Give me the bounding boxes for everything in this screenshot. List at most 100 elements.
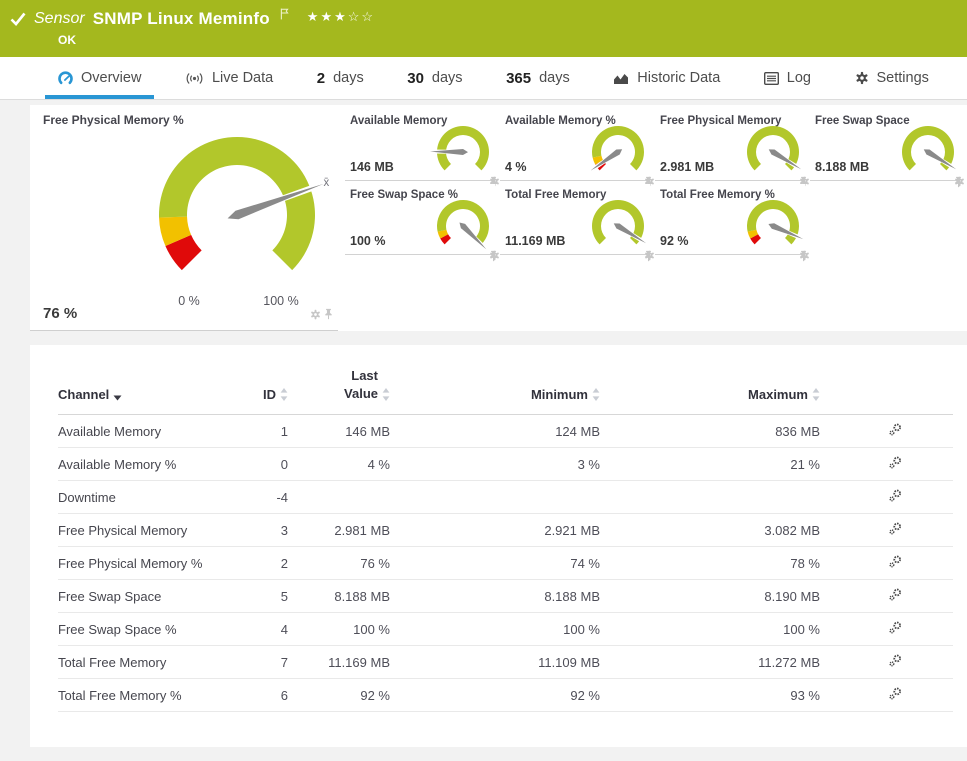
gauge-value: 4 %: [505, 160, 527, 174]
cell-maximum: 8.190 MB: [600, 579, 820, 614]
tab-live-data[interactable]: Live Data: [172, 57, 286, 99]
gear-icon: [855, 71, 869, 85]
cell-channel: Free Physical Memory: [58, 513, 243, 548]
star-empty-icon[interactable]: ☆: [361, 9, 375, 24]
gauge-tile-free-swap-space-pct[interactable]: Free Swap Space % 100 %: [345, 184, 499, 262]
column-header-last-value[interactable]: Last Value: [288, 367, 390, 416]
cell-last-value: [288, 480, 390, 515]
channel-settings-icon[interactable]: [888, 422, 903, 437]
tab-label: Log: [786, 70, 811, 86]
gauge-tile-total-free-memory[interactable]: Total Free Memory 11.169 MB: [500, 184, 654, 262]
flag-icon[interactable]: [280, 7, 289, 25]
tab-historic-data[interactable]: Historic Data: [600, 57, 733, 99]
tab-365-days[interactable]: 365 days: [493, 57, 583, 99]
table-row: Total Free Memory 7 11.169 MB 11.109 MB 11.2…: [58, 645, 953, 680]
cell-maximum: [600, 480, 820, 515]
table-row: Downtime -4: [58, 480, 953, 515]
gauge-tile-total-free-memory-pct[interactable]: Total Free Memory % 92 %: [655, 184, 809, 262]
tab-label: days: [333, 70, 364, 86]
tab-overview[interactable]: Overview: [45, 57, 155, 99]
table-body: Available Memory 1 146 MB 124 MB 836 MB Avail…: [58, 414, 953, 713]
cell-id: 4: [243, 612, 288, 647]
status-badge: OK: [58, 33, 76, 47]
tab-2-days[interactable]: 2 days: [304, 57, 377, 99]
tab-settings[interactable]: Settings: [842, 57, 942, 99]
gauge-tile-available-memory[interactable]: Available Memory 146 MB: [345, 110, 499, 188]
channel-settings-icon[interactable]: [888, 587, 903, 602]
cell-minimum: 92 %: [390, 678, 600, 713]
main-gauge-tile[interactable]: Free Physical Memory % x̄ 0 % 100 % 76 %: [30, 105, 338, 331]
column-header-maximum[interactable]: Maximum: [600, 367, 820, 416]
column-header-id[interactable]: ID: [243, 367, 288, 416]
cell-maximum: 21 %: [600, 447, 820, 482]
cell-maximum: 836 MB: [600, 414, 820, 449]
tab-number: 2: [316, 69, 326, 87]
column-header-actions: [820, 367, 953, 416]
cell-id: 1: [243, 414, 288, 449]
cell-channel: Downtime: [58, 480, 243, 515]
gauge-value: 2.981 MB: [660, 160, 715, 174]
tab-label: Live Data: [211, 70, 274, 86]
gauge-value: 8.188 MB: [815, 160, 870, 174]
cell-minimum: 100 %: [390, 612, 600, 647]
gauge-value: 76 %: [43, 305, 78, 322]
cell-id: 7: [243, 645, 288, 680]
cell-actions: [820, 447, 953, 482]
cell-actions: [820, 546, 953, 581]
channel-settings-icon[interactable]: [888, 521, 903, 536]
star-filled-icon[interactable]: ★: [334, 9, 348, 24]
tab-30-days[interactable]: 30 days: [394, 57, 475, 99]
cell-maximum: 93 %: [600, 678, 820, 713]
channel-table: Channel ID Last Value Minimum Maximum Availa…: [58, 367, 953, 713]
broadcast-icon: [185, 72, 204, 85]
cell-channel: Available Memory %: [58, 447, 243, 482]
gauges-panel: Free Physical Memory % x̄ 0 % 100 % 76 %…: [30, 105, 967, 331]
gauge-tile-free-swap-space[interactable]: Free Swap Space 8.188 MB: [810, 110, 964, 188]
channel-settings-icon[interactable]: [888, 686, 903, 701]
channel-settings-icon[interactable]: [888, 455, 903, 470]
cell-last-value: 100 %: [288, 612, 390, 647]
table-row: Free Physical Memory 3 2.981 MB 2.921 MB 3.0…: [58, 513, 953, 548]
area-chart-icon: [613, 72, 629, 85]
star-empty-icon[interactable]: ☆: [348, 9, 362, 24]
tab-log[interactable]: Log: [751, 57, 824, 99]
cell-id: 6: [243, 678, 288, 713]
column-header-minimum[interactable]: Minimum: [390, 367, 600, 416]
cell-id: 5: [243, 579, 288, 614]
cell-actions: [820, 645, 953, 680]
star-filled-icon[interactable]: ★: [320, 9, 334, 24]
cell-last-value: 76 %: [288, 546, 390, 581]
object-kind-label: Sensor: [34, 10, 85, 27]
gauge-min-label: 0 %: [178, 294, 200, 308]
gauge-tile-available-memory-pct[interactable]: Available Memory % 4 %: [500, 110, 654, 188]
gauge-tile-free-physical-memory[interactable]: Free Physical Memory 2.981 MB: [655, 110, 809, 188]
priority-rating[interactable]: ★★★☆☆: [307, 9, 375, 25]
cell-last-value: 8.188 MB: [288, 579, 390, 614]
channel-settings-icon[interactable]: [888, 653, 903, 668]
cell-minimum: 124 MB: [390, 414, 600, 449]
channel-settings-icon[interactable]: [888, 620, 903, 635]
table-row: Total Free Memory % 6 92 % 92 % 93 %: [58, 678, 953, 713]
cell-channel: Available Memory: [58, 414, 243, 449]
column-label: Minimum: [530, 387, 588, 403]
tab-label: Overview: [81, 70, 142, 86]
cell-channel: Free Swap Space %: [58, 612, 243, 647]
cell-minimum: 11.109 MB: [390, 645, 600, 680]
channel-settings-icon[interactable]: [888, 554, 903, 569]
table-header-row: Channel ID Last Value Minimum Maximum: [58, 367, 953, 416]
channel-table-panel: Channel ID Last Value Minimum Maximum Availa…: [30, 345, 967, 747]
gear-icon[interactable]: [310, 307, 321, 325]
table-row: Free Swap Space % 4 100 % 100 % 100 %: [58, 612, 953, 647]
column-header-channel[interactable]: Channel: [58, 367, 243, 416]
table-row: Available Memory 1 146 MB 124 MB 836 MB: [58, 414, 953, 449]
cell-minimum: 8.188 MB: [390, 579, 600, 614]
cell-channel: Free Swap Space: [58, 579, 243, 614]
check-icon: [10, 12, 26, 31]
prtg-sensor-page: Sensor SNMP Linux Meminfo ★★★☆☆ OK Overv…: [0, 0, 967, 761]
star-filled-icon[interactable]: ★: [307, 9, 321, 24]
gauge-max-label: 100 %: [263, 294, 299, 308]
tab-number: 365: [506, 69, 532, 87]
channel-settings-icon[interactable]: [888, 488, 903, 503]
pin-icon[interactable]: [324, 307, 333, 325]
gauge-value: 100 %: [350, 234, 386, 248]
